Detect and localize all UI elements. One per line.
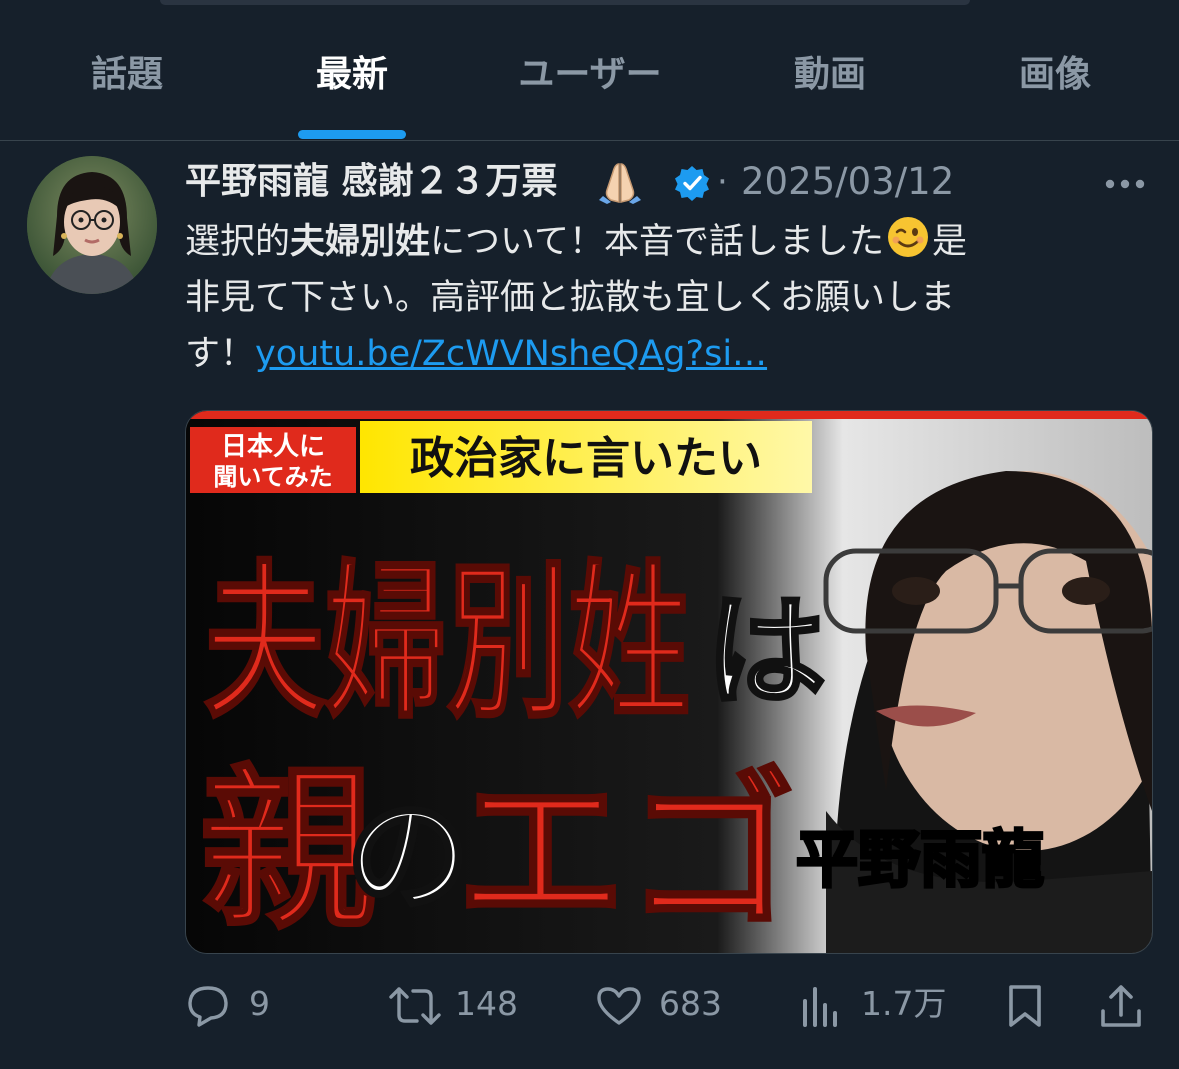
reply-button[interactable]: 9 (185, 975, 305, 1035)
text-segment: 選択的 (185, 222, 291, 262)
thumbnail-art: 日本人に 聞いてみた 政治家に言いたい 夫婦別姓 は 親 の エゴ 平野雨龍 (186, 411, 1152, 953)
text-segment: す！ (185, 334, 256, 374)
text-segment: について！本音で話しました (430, 222, 884, 262)
tab-top[interactable]: 話題 (82, 48, 172, 102)
headline-particle-2: の (346, 785, 470, 929)
tab-images[interactable]: 画像 (1010, 48, 1100, 102)
like-button[interactable]: 683 (595, 975, 745, 1035)
view-count: 1.7万 (861, 984, 947, 1023)
repost-button[interactable]: 148 (387, 975, 537, 1035)
winking-face-icon (886, 215, 930, 276)
badge-top: 日本人に (221, 432, 325, 462)
post-text-line-3: す！youtu.be/ZcWVNsheQAg?si… (185, 326, 1145, 382)
name-caption: 平野雨龍 (796, 823, 1044, 896)
search-tabs: 話題 最新 ユーザー 動画 画像 (0, 0, 1179, 141)
tab-latest[interactable]: 最新 (306, 48, 398, 102)
date-separator: · (717, 162, 728, 202)
repost-icon (389, 987, 441, 1025)
post-text-line-2: 非見て下さい。高評価と拡散も宜しくお願いしま (185, 278, 956, 318)
folded-hands-icon (597, 160, 643, 208)
verified-badge-icon (673, 164, 711, 206)
views-icon (803, 987, 837, 1027)
author-name[interactable]: 平野雨龍 感謝２３万票 (185, 156, 558, 208)
text-segment: 是 (931, 222, 967, 262)
headline-particle-1: は (706, 583, 826, 722)
reply-icon (188, 986, 228, 1027)
like-count: 683 (659, 984, 722, 1023)
post-header: 平野雨龍 感謝２３万票 · 2025/03/12 (185, 156, 1145, 208)
bookmark-icon (1009, 985, 1041, 1027)
share-button[interactable] (1099, 975, 1149, 1035)
tab-users[interactable]: ユーザー (506, 48, 674, 102)
tab-videos[interactable]: 動画 (784, 48, 876, 102)
headline-line-2b: エゴ (456, 752, 796, 952)
post-link[interactable]: youtu.be/ZcWVNsheQAg?si… (255, 334, 767, 374)
post-actions: 9 148 683 1.7万 (185, 975, 1145, 1035)
text-segment-bold: 夫婦別姓 (290, 222, 431, 262)
post-text-line-1: 選択的夫婦別姓について！本音で話しました 是 (185, 214, 1145, 270)
bookmark-button[interactable] (1005, 975, 1055, 1035)
avatar-portrait (27, 156, 157, 294)
active-tab-indicator (298, 130, 406, 139)
post-text: 選択的夫婦別姓について！本音で話しました 是 非見て下さい。高評価と拡散も宜しく… (185, 214, 1145, 382)
avatar[interactable] (27, 156, 157, 294)
views-button[interactable]: 1.7万 (801, 975, 951, 1035)
video-thumbnail[interactable]: 日本人に 聞いてみた 政治家に言いたい 夫婦別姓 は 親 の エゴ 平野雨龍 (185, 410, 1153, 954)
banner-text: 政治家に言いたい (410, 433, 762, 484)
heart-icon (597, 987, 641, 1025)
share-icon (1101, 985, 1141, 1027)
post-date[interactable]: 2025/03/12 (741, 156, 954, 208)
more-icon[interactable] (1103, 176, 1147, 195)
badge-bottom: 聞いてみた (213, 463, 332, 491)
reply-count: 9 (249, 984, 270, 1023)
repost-count: 148 (455, 984, 518, 1023)
headline-line-1: 夫婦別姓 (204, 543, 690, 741)
